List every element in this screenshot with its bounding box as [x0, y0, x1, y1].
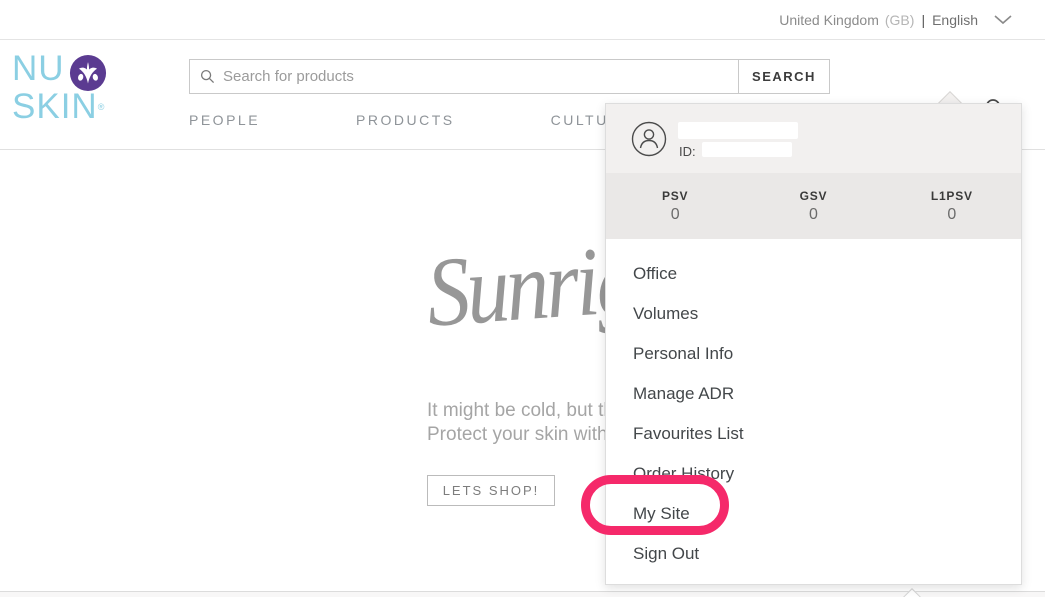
page: United Kingdom (GB) | English NU	[0, 0, 1045, 597]
country-label: United Kingdom	[779, 12, 879, 28]
stat-psv-value: 0	[606, 206, 744, 224]
language-label: English	[932, 12, 978, 28]
volume-stats-row: PSV 0 GSV 0 L1PSV 0	[606, 173, 1021, 239]
stat-l1psv: L1PSV 0	[883, 173, 1021, 239]
nav-item-people[interactable]: PEOPLE	[189, 112, 260, 128]
redacted-username	[678, 122, 798, 139]
menu-item-my-site[interactable]: My Site	[606, 494, 1021, 534]
search-button[interactable]: SEARCH	[738, 59, 830, 94]
hero-tagline-line2: Protect your skin with S	[427, 423, 626, 447]
stat-psv: PSV 0	[606, 173, 744, 239]
stat-gsv-label: GSV	[744, 189, 882, 203]
nav-item-products[interactable]: PRODUCTS	[356, 112, 455, 128]
search-input[interactable]	[223, 68, 728, 85]
locale-selector[interactable]: United Kingdom (GB) | English	[779, 0, 1012, 40]
hero-tagline-line1: It might be cold, but the	[427, 399, 626, 423]
locale-separator: |	[921, 12, 925, 28]
logo-text-nu: NU	[12, 54, 65, 84]
menu-item-office[interactable]: Office	[606, 254, 1021, 294]
menu-item-manage-adr[interactable]: Manage ADR	[606, 374, 1021, 414]
menu-item-favourites-list[interactable]: Favourites List	[606, 414, 1021, 454]
menu-item-volumes[interactable]: Volumes	[606, 294, 1021, 334]
stat-l1psv-value: 0	[883, 206, 1021, 224]
hero-tagline: It might be cold, but the Protect your s…	[427, 399, 626, 447]
chevron-down-icon	[994, 15, 1012, 25]
account-dropdown-menu: ID: PSV 0 GSV 0 L1PSV 0 Office Volumes P…	[605, 103, 1022, 585]
menu-item-personal-info[interactable]: Personal Info	[606, 334, 1021, 374]
search-bar: SEARCH	[189, 59, 830, 94]
stat-psv-label: PSV	[606, 189, 744, 203]
search-icon	[200, 69, 215, 84]
menu-item-order-history[interactable]: Order History	[606, 454, 1021, 494]
redacted-user-id	[702, 142, 792, 157]
next-section-edge	[0, 592, 1045, 597]
top-bar: United Kingdom (GB) | English	[0, 0, 1045, 40]
stat-gsv: GSV 0	[744, 173, 882, 239]
account-menu-list: Office Volumes Personal Info Manage ADR …	[606, 239, 1021, 574]
registered-mark: ®	[98, 102, 106, 112]
stat-l1psv-label: L1PSV	[883, 189, 1021, 203]
account-user-section: ID:	[606, 104, 1021, 173]
logo-text-skin: SKIN	[12, 87, 98, 126]
country-code-label: (GB)	[885, 12, 915, 28]
menu-item-sign-out[interactable]: Sign Out	[606, 534, 1021, 574]
user-id-label: ID:	[679, 144, 696, 159]
lets-shop-button[interactable]: LETS SHOP!	[427, 475, 555, 506]
avatar-icon	[631, 121, 667, 162]
nuskin-logo[interactable]: NU SKIN®	[12, 54, 107, 122]
stat-gsv-value: 0	[744, 206, 882, 224]
